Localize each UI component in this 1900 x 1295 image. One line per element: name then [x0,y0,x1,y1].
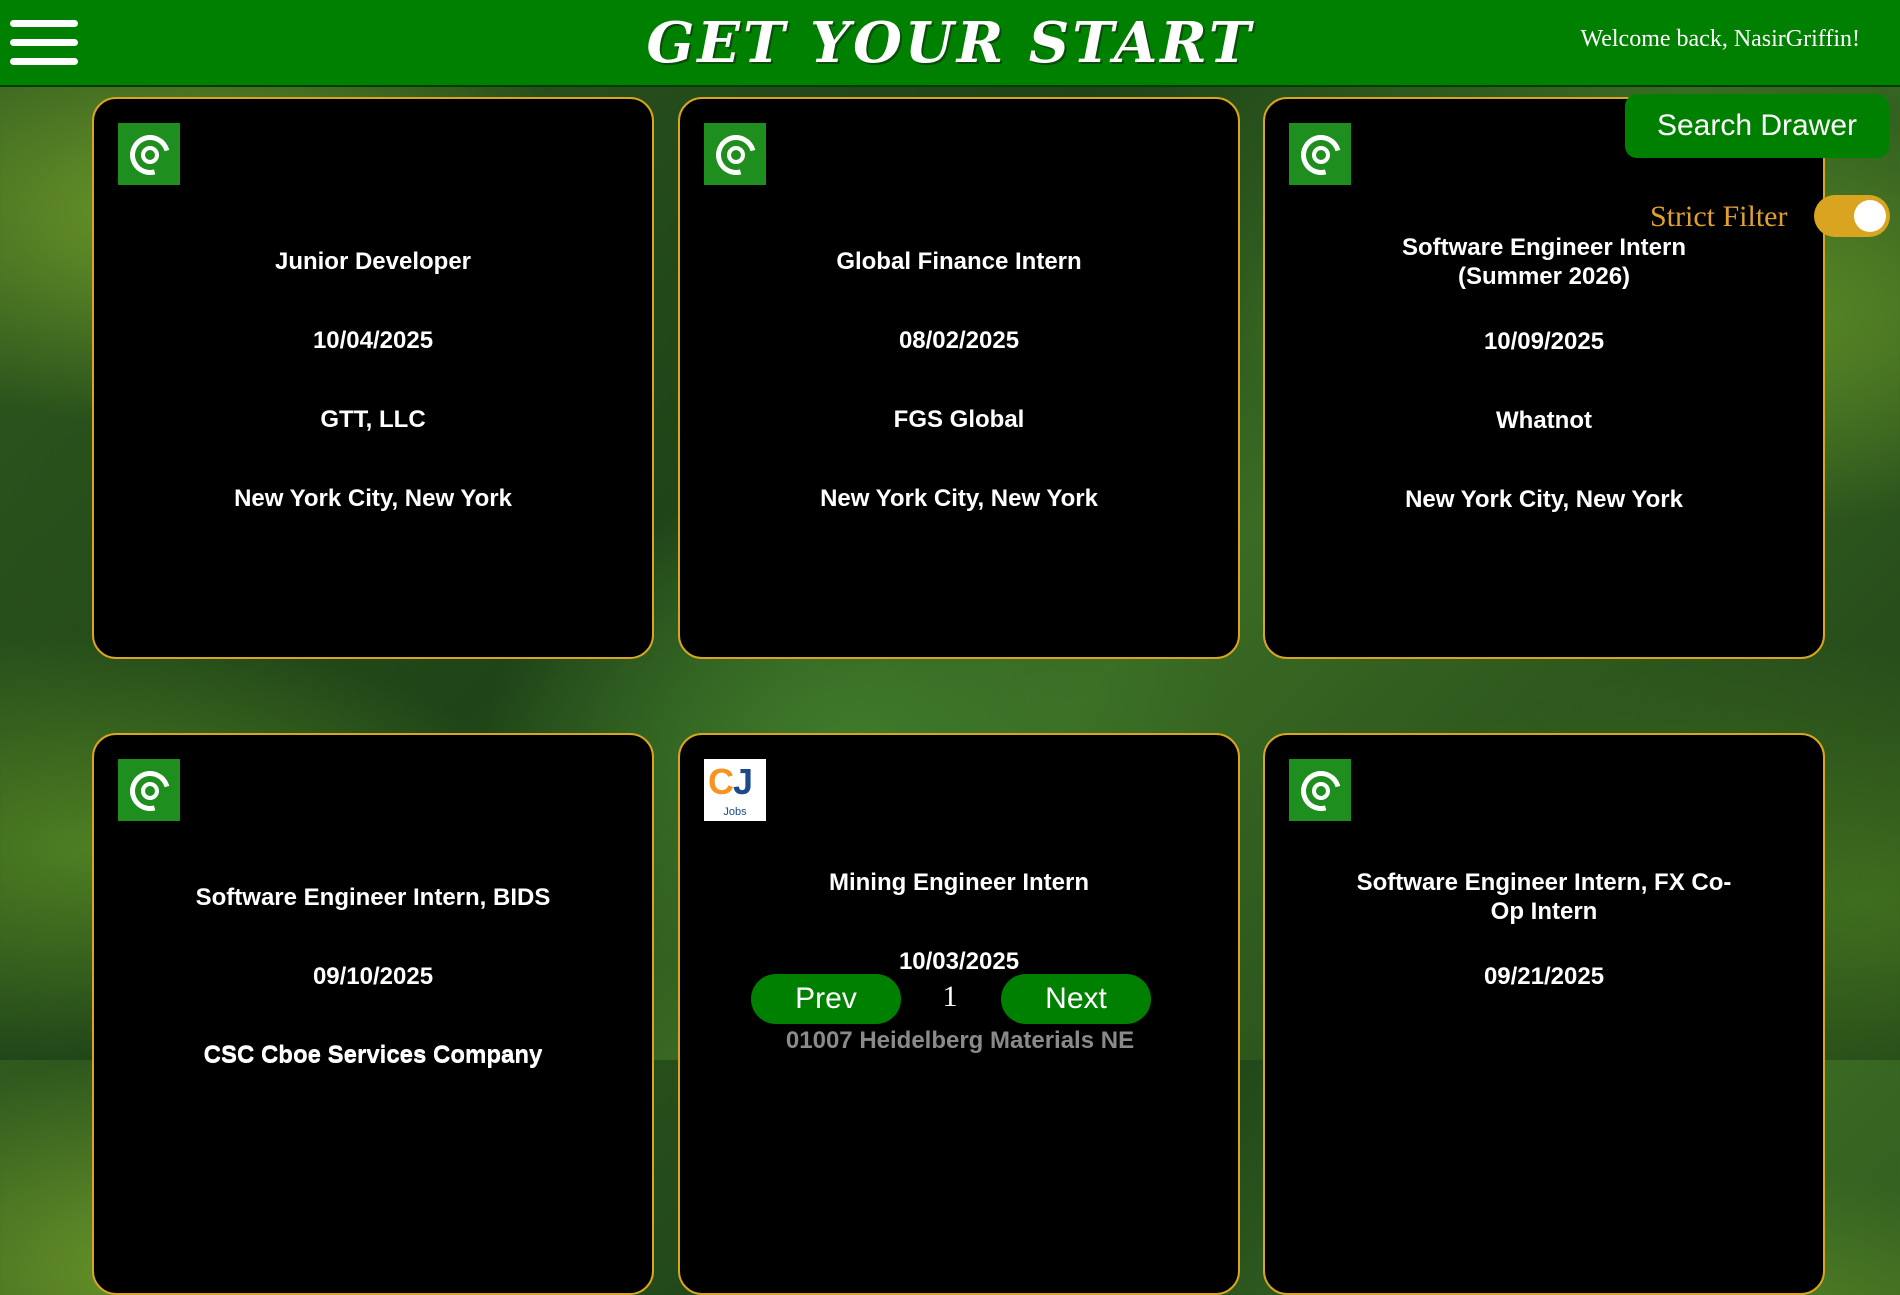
strict-filter-toggle[interactable] [1814,195,1890,237]
job-card[interactable]: Junior Developer 10/04/2025 GTT, LLC New… [92,97,654,659]
job-card[interactable]: Software Engineer Intern, FX Co-Op Inter… [1263,733,1825,1295]
strict-filter-label: Strict Filter [1650,200,1788,233]
search-drawer-button[interactable]: Search Drawer [1625,94,1889,158]
job-date: 10/09/2025 [1483,328,1605,355]
job-card[interactable]: Software Engineer Intern (Summer 2026) 1… [1263,97,1825,659]
spiral-logo-icon [118,123,180,185]
job-location: New York City, New York [820,485,1098,512]
spiral-logo-icon [704,123,766,185]
job-title: Software Engineer Intern (Summer 2026) [1401,234,1687,290]
prev-page-button[interactable]: Prev [751,974,901,1024]
job-company: FGS Global [893,406,1025,433]
spiral-logo-icon [1289,759,1351,821]
cj-jobs-sublabel: Jobs [723,806,747,818]
card-company-cutoff: CSC Cboe Services Company [203,1041,543,1068]
job-company: 01007 Heidelberg Materials NE [785,1027,1135,1054]
spiral-logo-icon [1289,123,1351,185]
job-title: Software Engineer Intern, FX Co-Op Inter… [1356,869,1732,925]
job-date: 09/10/2025 [312,963,434,990]
job-card[interactable]: Global Finance Intern 08/02/2025 FGS Glo… [678,97,1240,659]
job-card[interactable]: Software Engineer Intern, BIDS 09/10/202… [92,733,654,1295]
job-date: 09/21/2025 [1483,963,1605,990]
top-header: GET YOUR START Welcome back, NasirGriffi… [0,0,1900,87]
job-location: New York City, New York [234,485,512,512]
job-company: Whatnot [1496,407,1592,434]
job-date: 08/02/2025 [898,327,1020,354]
job-title: Junior Developer [274,248,472,275]
job-company: GTT, LLC [320,406,426,433]
next-page-button[interactable]: Next [1001,974,1151,1024]
welcome-message: Welcome back, NasirGriffin! [1580,26,1860,52]
spiral-logo-icon [118,759,180,821]
job-date: 10/04/2025 [312,327,434,354]
toggle-knob [1854,200,1886,232]
job-title: Global Finance Intern [836,248,1082,275]
current-page-number: 1 [942,980,958,1013]
job-date: 10/03/2025 [898,948,1020,975]
cj-jobs-logo-icon: CJ Jobs [704,759,766,821]
job-title: Software Engineer Intern, BIDS [195,884,551,911]
job-location: New York City, New York [1405,486,1683,513]
job-title: Mining Engineer Intern [828,869,1089,896]
